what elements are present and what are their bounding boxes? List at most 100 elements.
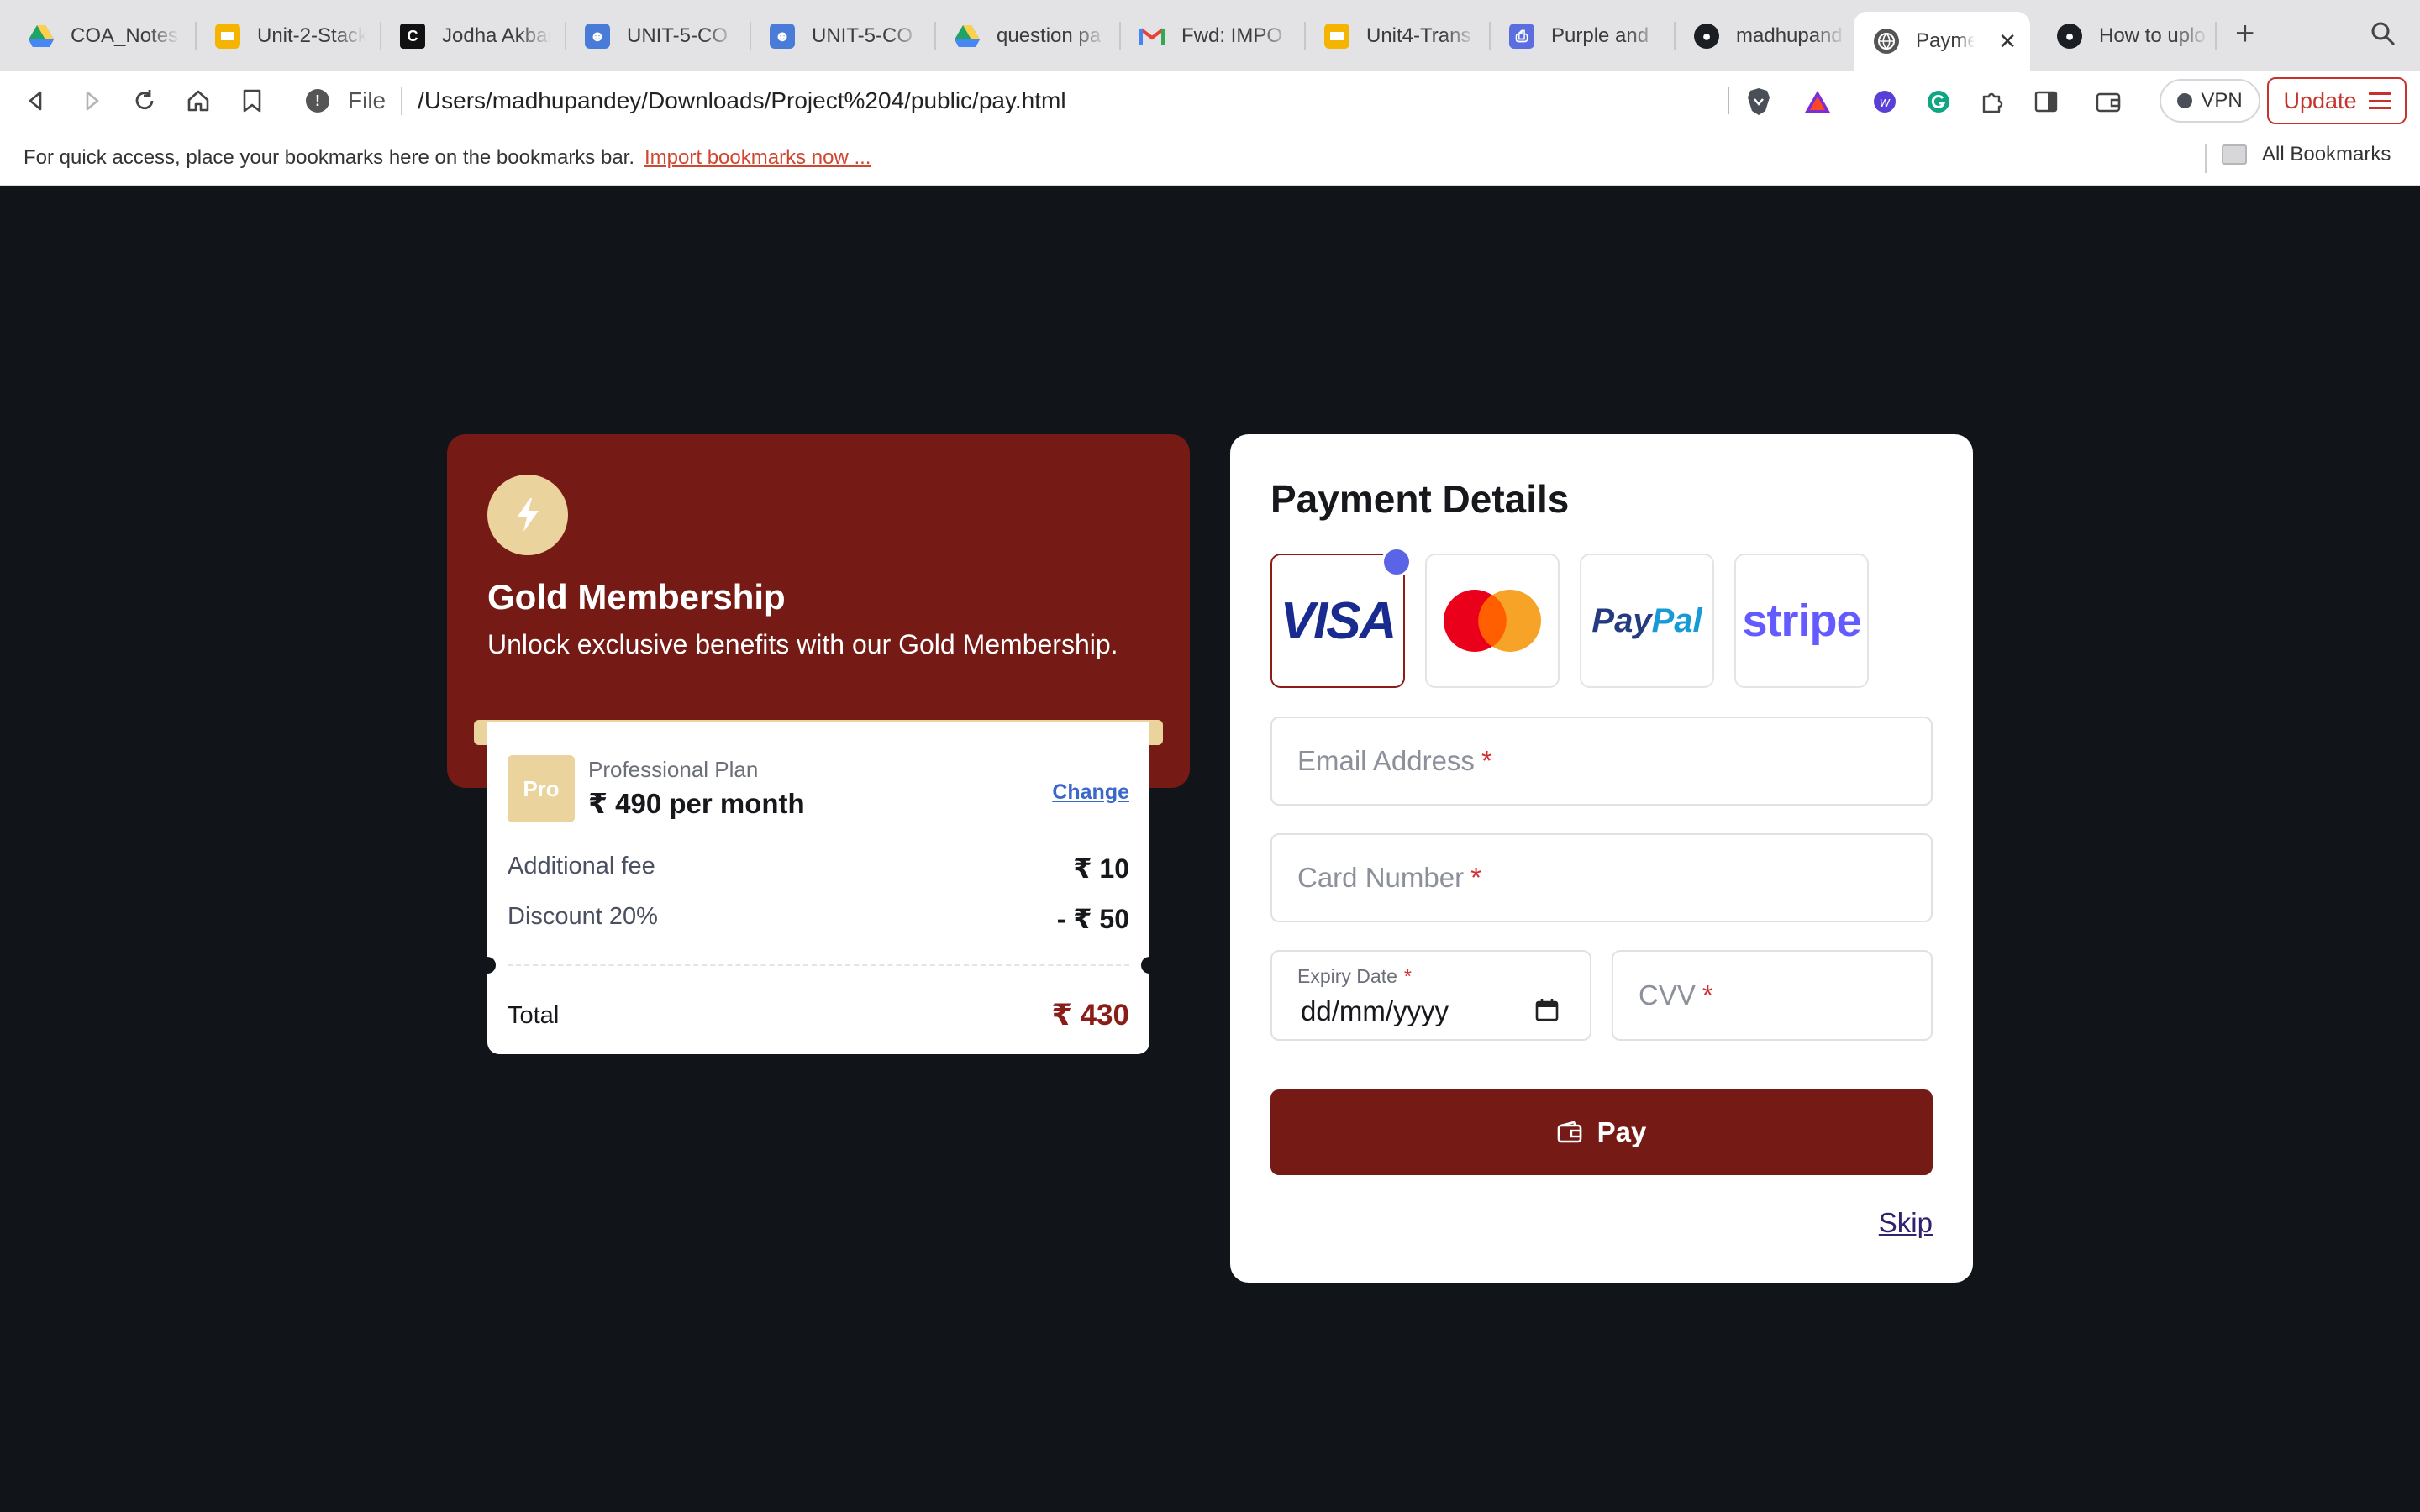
payment-title: Payment Details xyxy=(1270,477,1570,521)
calendar-icon[interactable] xyxy=(1534,997,1560,1022)
tab-unit-2[interactable]: Unit-2-Stack xyxy=(195,12,371,60)
lightning-bolt-icon xyxy=(487,475,568,555)
tab-label: UNIT-5-CO xyxy=(627,24,728,47)
update-button[interactable]: Update xyxy=(2267,77,2407,124)
address-bar[interactable]: ! File /Users/madhupandey/Downloads/Proj… xyxy=(289,76,1849,126)
expiry-date-value[interactable]: dd/mm/yyyy xyxy=(1301,995,1449,1027)
membership-title: Gold Membership xyxy=(487,577,786,617)
url-text[interactable]: /Users/madhupandey/Downloads/Project%204… xyxy=(418,87,1065,114)
tab-gmail-fwd[interactable]: Fwd: IMPO xyxy=(1119,12,1296,60)
tab-search-icon[interactable] xyxy=(2370,20,2396,47)
reload-icon[interactable] xyxy=(129,86,160,116)
payment-page: Gold Membership Unlock exclusive benefit… xyxy=(0,186,2420,1512)
vpn-button[interactable]: VPN xyxy=(2160,79,2260,123)
plan-badge: Pro xyxy=(508,755,575,822)
payment-method-visa[interactable]: VISA xyxy=(1270,547,1412,688)
card-number-input[interactable] xyxy=(1272,835,1931,921)
card-number-field[interactable]: Card Number * xyxy=(1270,833,1933,922)
close-icon[interactable]: ✕ xyxy=(1998,29,2017,55)
tab-unit-5-b[interactable]: ☻ UNIT-5-CO xyxy=(750,12,926,60)
github-icon: ● xyxy=(2057,24,2082,49)
classroom-icon: ☻ xyxy=(585,24,610,49)
email-input[interactable] xyxy=(1272,718,1931,804)
tab-question-paper[interactable]: question pa xyxy=(934,12,1111,60)
total-row: Total ₹ 430 xyxy=(508,999,1129,1032)
total-value: ₹ 430 xyxy=(1051,999,1129,1032)
folder-icon xyxy=(2222,144,2247,165)
tab-purple-and[interactable]: ⎙ Purple and xyxy=(1489,12,1665,60)
cvv-field[interactable]: CVV * xyxy=(1612,950,1933,1041)
wallet-icon xyxy=(1557,1121,1581,1143)
paypal-logo: PayPal xyxy=(1591,601,1702,639)
extensions-puzzle-icon[interactable] xyxy=(1978,87,2007,116)
payment-method-paypal[interactable]: PayPal xyxy=(1580,554,1714,688)
payment-method-stripe[interactable]: stripe xyxy=(1734,554,1869,688)
tab-label: Unit-2-Stack xyxy=(257,24,366,47)
tab-label: UNIT-5-CO xyxy=(812,24,913,47)
github-icon: ● xyxy=(1694,24,1719,49)
svg-text:w: w xyxy=(1879,94,1891,110)
payment-method-mastercard[interactable] xyxy=(1425,554,1560,688)
stripe-logo: stripe xyxy=(1742,596,1861,646)
tab-label: Payme xyxy=(1916,29,1975,52)
email-field[interactable]: Email Address * xyxy=(1270,717,1933,806)
tab-how-to-upload[interactable]: ● How to uplo xyxy=(2037,12,2213,60)
wallet-icon[interactable] xyxy=(2094,87,2123,116)
tab-github-madhupandey[interactable]: ● madhupand xyxy=(1674,12,1850,60)
pay-button[interactable]: Pay xyxy=(1270,1089,1933,1175)
toolbar-separator xyxy=(1728,87,1729,114)
receipt-notch-left xyxy=(479,957,496,974)
pay-label: Pay xyxy=(1597,1116,1647,1147)
vpn-label: VPN xyxy=(2201,89,2243,112)
globe-icon xyxy=(1874,29,1899,54)
all-bookmarks-label: All Bookmarks xyxy=(2262,143,2391,165)
tab-payment-active[interactable]: Payme ✕ xyxy=(1854,12,2030,71)
cvv-placeholder: CVV * xyxy=(1639,979,1713,1011)
back-icon[interactable] xyxy=(22,86,52,116)
bookmarks-separator xyxy=(2205,144,2207,173)
brave-rewards-icon[interactable] xyxy=(1803,87,1832,116)
grammarly-icon[interactable] xyxy=(1924,87,1953,116)
tab-label: Unit4-Trans xyxy=(1366,24,1471,47)
tab-label: COA_Notes xyxy=(71,24,179,47)
tab-bar: COA_Notes Unit-2-Stack C Jodha Akbar ☻ U… xyxy=(0,0,2420,71)
skip-link[interactable]: Skip xyxy=(1879,1207,1933,1239)
bookmarks-bar: For quick access, place your bookmarks h… xyxy=(0,131,2420,186)
brave-shields-icon[interactable] xyxy=(1744,87,1773,116)
slides-icon xyxy=(1324,24,1349,49)
update-label: Update xyxy=(2283,87,2357,113)
url-divider xyxy=(401,87,403,115)
tab-label: How to uplo xyxy=(2099,24,2206,47)
tab-label: Purple and xyxy=(1551,24,1649,47)
fee-label: Discount 20% xyxy=(508,903,658,930)
extension-w-icon[interactable]: w xyxy=(1870,87,1899,116)
all-bookmarks-button[interactable]: All Bookmarks xyxy=(2222,143,2391,166)
url-scheme: File xyxy=(348,87,387,113)
import-bookmarks-link[interactable]: Import bookmarks now ... xyxy=(644,146,871,170)
new-tab-icon[interactable]: + xyxy=(2235,15,2254,53)
browser-chrome: COA_Notes Unit-2-Stack C Jodha Akbar ☻ U… xyxy=(0,0,2420,186)
sidebar-toggle-icon[interactable] xyxy=(2032,87,2060,116)
fee-value: - ₹ 50 xyxy=(1056,904,1129,934)
tab-coa-notes[interactable]: COA_Notes xyxy=(8,12,185,60)
info-icon[interactable]: ! xyxy=(306,89,329,113)
plan-name: Professional Plan xyxy=(588,757,759,782)
change-plan-link[interactable]: Change xyxy=(1052,780,1129,805)
forward-icon[interactable] xyxy=(76,86,106,116)
order-summary-receipt: Pro Professional Plan ₹ 490 per month Ch… xyxy=(479,722,1158,1054)
selected-indicator-icon xyxy=(1381,547,1412,577)
fee-row-discount: Discount 20% - ₹ 50 xyxy=(508,903,1129,935)
tab-unit4[interactable]: Unit4-Trans xyxy=(1304,12,1481,60)
tab-jodha-akbar[interactable]: C Jodha Akbar xyxy=(380,12,556,60)
home-icon[interactable] xyxy=(183,86,213,116)
bookmarks-hint: For quick access, place your bookmarks h… xyxy=(24,146,635,169)
expiry-date-field[interactable]: Expiry Date * dd/mm/yyyy xyxy=(1270,950,1591,1041)
membership-subtitle: Unlock exclusive benefits with our Gold … xyxy=(487,629,1118,659)
tab-label: question pa xyxy=(997,24,1102,47)
slides-icon xyxy=(215,24,240,49)
printer-icon: ⎙ xyxy=(1509,24,1534,49)
total-label: Total xyxy=(508,1001,560,1029)
bookmark-icon[interactable] xyxy=(237,86,267,116)
classroom-icon: ☻ xyxy=(770,24,795,49)
tab-unit-5-a[interactable]: ☻ UNIT-5-CO xyxy=(565,12,741,60)
